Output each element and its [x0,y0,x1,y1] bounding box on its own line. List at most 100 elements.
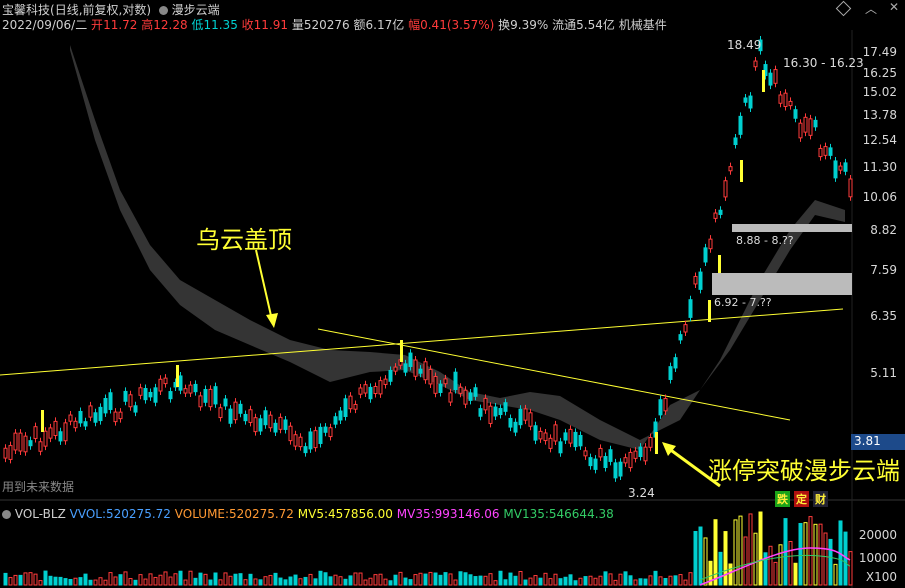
volume-bar [58,576,63,586]
volume-bar [478,575,483,586]
candle-body [588,457,593,467]
candle-body [463,389,468,405]
candle-body [603,456,608,469]
future-data-note: 用到未来数据 [2,480,75,494]
volume-bar [418,572,423,586]
candle-body [633,450,638,459]
candle-body [163,377,168,385]
candle-body [713,212,718,219]
candle-body [628,451,633,469]
volume-bar [158,574,163,586]
volume-bar [18,574,23,586]
volume-bar [288,576,293,586]
volume-bar [833,563,838,586]
volume-bar [193,577,198,586]
tag-cai[interactable]: 财 [813,491,828,507]
candle-body [318,426,323,444]
volume-bar [203,573,208,586]
candle-body [453,371,458,390]
volume-bar [313,578,318,586]
volume-bar [668,575,673,586]
candle-body [783,92,788,108]
volume-toggle-icon[interactable] [2,510,11,519]
candle-body [103,398,108,414]
range-label: 6.92 - 7.?? [714,296,772,309]
volume-bar [103,579,108,586]
candle-body [368,386,373,400]
volume-bar [518,570,523,586]
volume-bar [713,519,718,586]
quote-date: 2022/09/06/二 [2,18,88,32]
candle-body [58,431,63,442]
close-icon[interactable]: ✕ [889,0,899,14]
indicator-toggle-icon[interactable] [158,6,168,15]
volume-bar [848,551,853,586]
candle-body [228,408,233,424]
dark-cloud-annotation: 乌云盖顶 [196,226,292,254]
low-label: 低 [191,18,204,32]
mv35-label: MV35: [396,507,435,521]
candle-body [743,97,748,103]
candle-body [673,357,678,369]
volume-bar [573,580,578,586]
volume-bar [693,531,698,586]
candle-body [118,411,123,420]
volume-bar [143,578,148,586]
candle-body [113,411,118,423]
candle-body [538,430,543,440]
candle-body [663,398,668,412]
sector-value[interactable]: 机械基件 [619,18,667,32]
kline-chart[interactable] [0,0,905,588]
volume-bar [458,571,463,586]
candle-body [738,115,743,135]
volume-bar [363,579,368,586]
period-info: (日线,前复权,对数) [50,3,152,17]
volume-bar [233,573,238,586]
candle-body [63,422,68,442]
candle-body [658,399,663,416]
stock-name[interactable]: 宝馨科技 [2,3,50,17]
amount-value: 6.17亿 [365,18,405,32]
candle-body [688,299,693,318]
candle-body [393,366,398,372]
candle-body [253,417,258,433]
volume-bar [488,573,493,586]
candle-body [263,410,268,426]
candle-body [353,403,358,410]
volume-bar [303,576,308,586]
volume-bar [533,575,538,586]
candle-body [288,425,293,442]
limit-up-candle [708,300,711,322]
volume-bar [778,544,783,586]
volume-bar [768,545,773,586]
candle-body [558,441,563,454]
volume-bar [558,578,563,586]
chevron-up-icon[interactable]: ︿ [865,0,877,17]
candle-body [498,408,503,416]
candle-body [203,389,208,403]
volume-bar [608,573,613,586]
volume-bar [483,575,488,586]
volume-bar [68,579,73,586]
volume-indicator-name[interactable]: VOL-BLZ [15,507,66,521]
volume-bar [148,573,153,586]
tag-die[interactable]: 跌 [775,491,790,507]
mv135-value: 546644.38 [548,507,614,521]
candle-body [73,420,78,429]
candle-body [363,384,368,394]
volume-bar [48,575,53,586]
volume-bar [353,572,358,586]
volume-bar [338,576,343,586]
high-price-mark: 18.49 [727,38,762,52]
volume-value: 520276 [303,18,350,32]
candle-body [258,418,263,432]
open-label: 开 [91,18,104,32]
candle-body [268,414,273,429]
tag-ding[interactable]: 定 [794,491,809,507]
close-label: 收 [241,18,254,32]
candle-body [133,405,138,413]
volume-bar [828,538,833,586]
high-value: 12.28 [153,18,188,32]
indicator-name[interactable]: 漫步云端 [172,3,220,17]
candle-body [523,408,528,421]
